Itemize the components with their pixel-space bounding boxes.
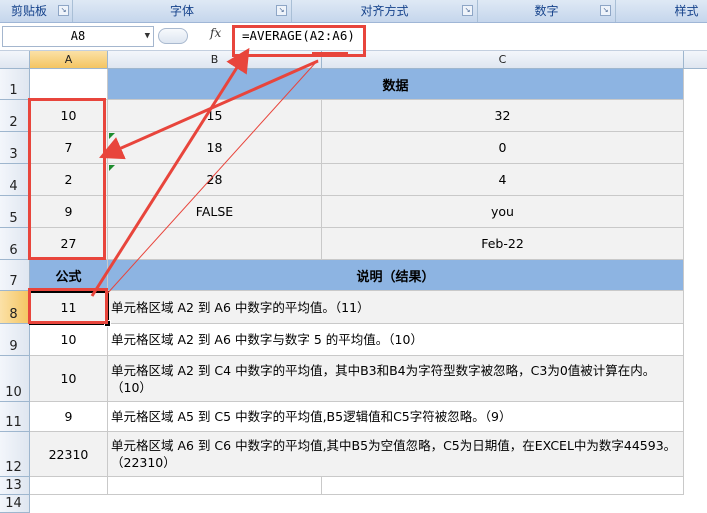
arrow-to-range [99,59,319,160]
arrow-thin-line [105,59,319,296]
arrow-to-formula [90,47,250,297]
annotation-arrows [90,47,348,297]
